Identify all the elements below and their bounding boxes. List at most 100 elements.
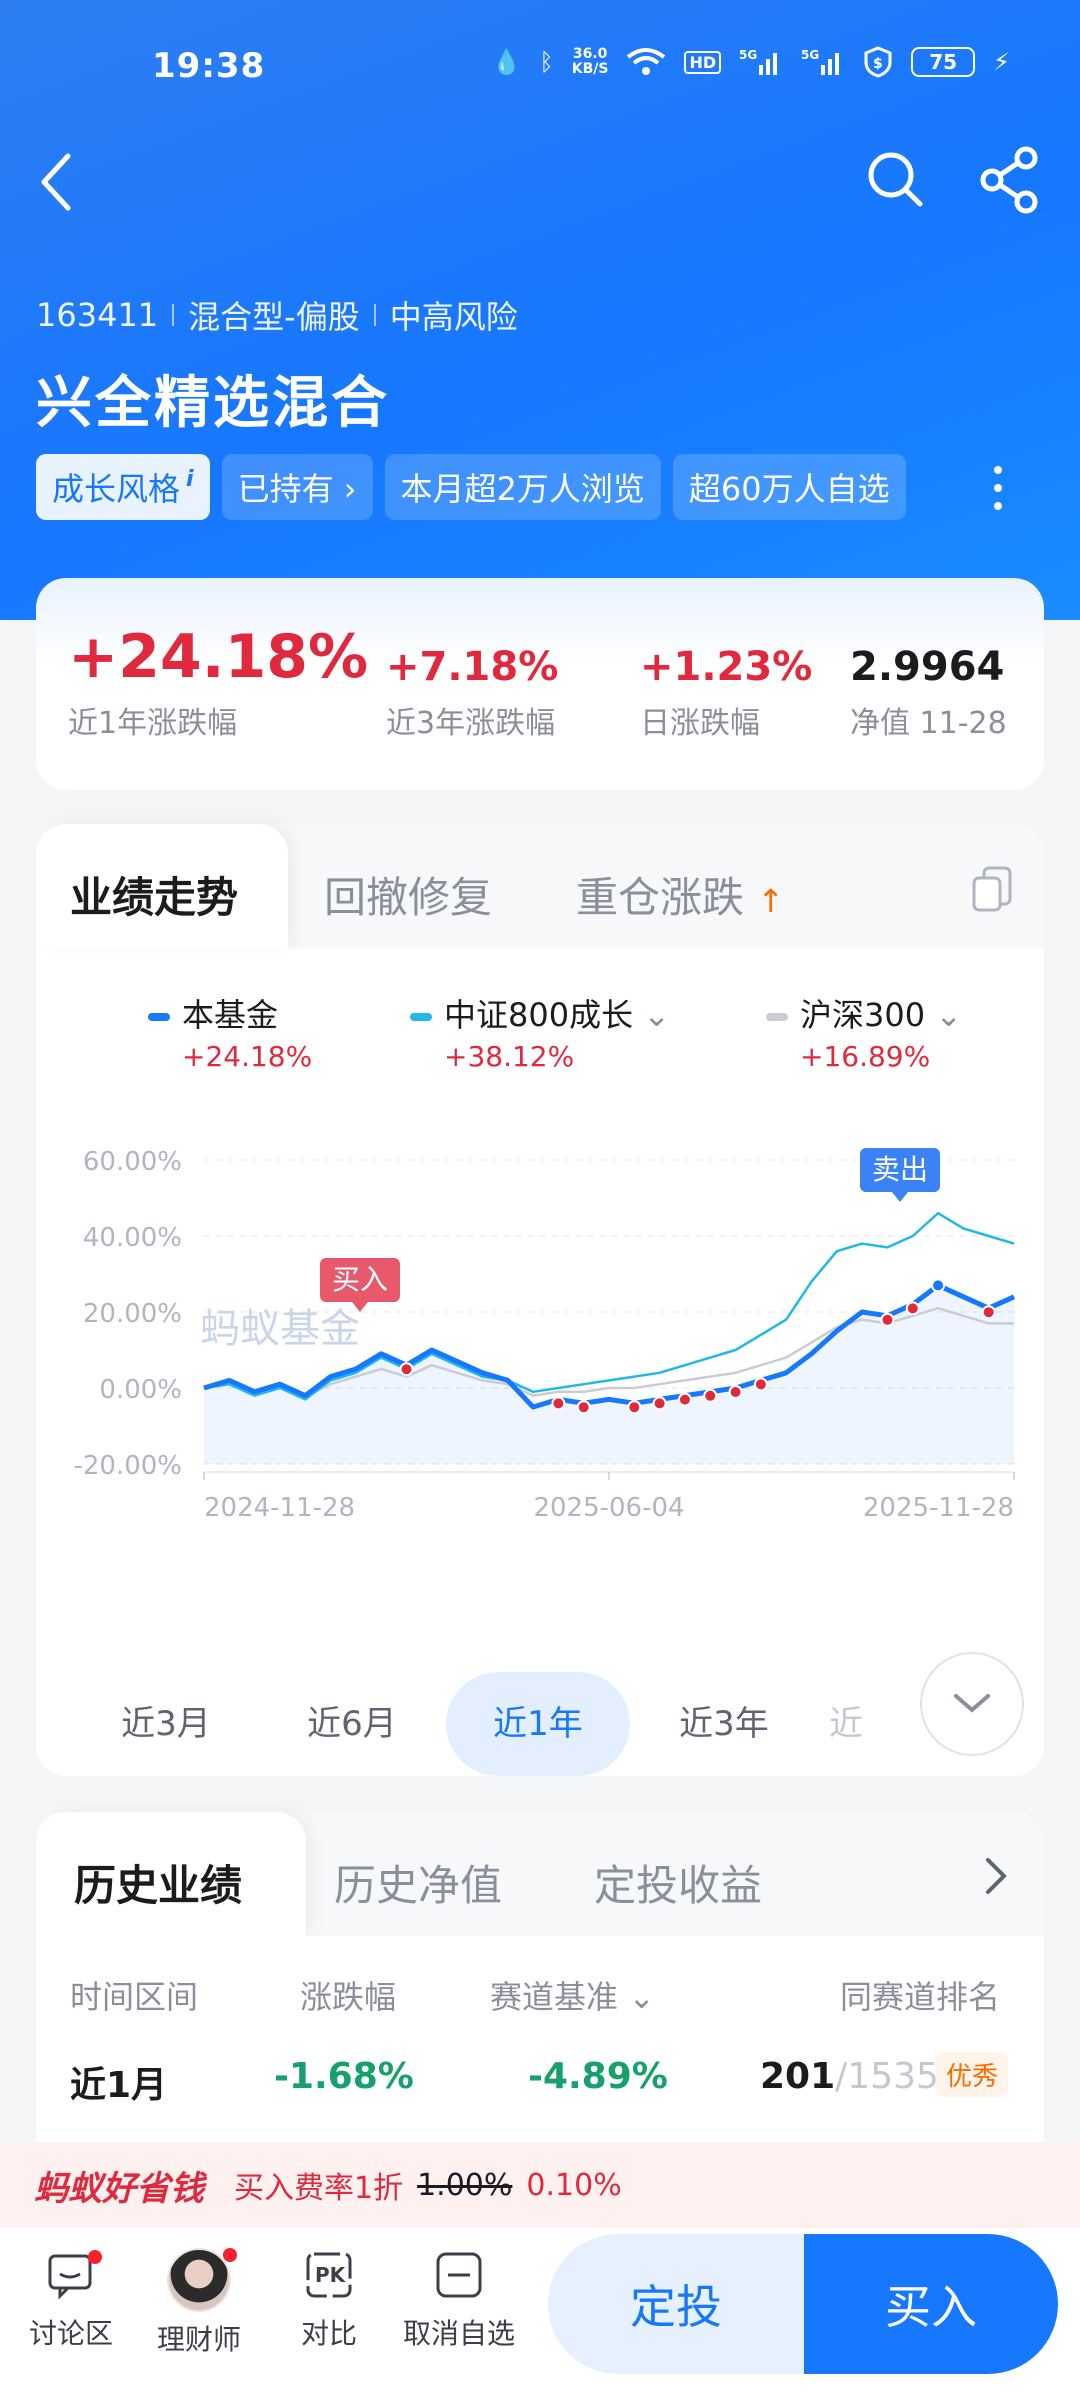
tab-drawdown[interactable]: 回撤修复: [324, 864, 492, 925]
stat-3y-value: +7.18%: [386, 644, 559, 690]
tag-watchlist[interactable]: 超60万人自选: [672, 454, 906, 520]
shield-dollar-icon: $: [864, 46, 892, 78]
period-3m[interactable]: 近3月: [74, 1672, 258, 1776]
footer-advisor[interactable]: 理财师: [134, 2248, 264, 2358]
x-tick-label: 2025-06-04: [533, 1493, 684, 1523]
stat-3y-label: 近3年涨跌幅: [386, 706, 556, 741]
promo-old-rate: 1.00%: [417, 2167, 513, 2203]
tag-growth-style[interactable]: 成长风格 i: [36, 454, 210, 520]
trade-dot: [399, 1362, 414, 1377]
performance-chart[interactable]: 60.00% 40.00% 20.00% 0.00% -20.00% 2024-11-2…: [36, 1124, 1044, 1644]
chevron-down-icon: ⌄: [935, 996, 963, 1034]
chat-icon: [44, 2248, 102, 2302]
performance-card: 业绩走势 回撤修复 重仓涨跌 ↑ 本基金 +24.18% 中证800成长 ⌄ +…: [36, 824, 1044, 1776]
divider: [373, 304, 376, 326]
period-3y[interactable]: 近3年: [632, 1672, 816, 1776]
bottom-action-bar: 讨论区 理财师 PK 对比 取消自选 定投 买入: [0, 2228, 1080, 2400]
legend-index[interactable]: 沪深300 ⌄: [766, 990, 962, 1036]
watermark-text: 蚂蚁基金: [200, 1306, 360, 1352]
trade-dot: [677, 1392, 692, 1407]
chevron-down-icon: [954, 1694, 990, 1713]
svg-text:PK: PK: [315, 2263, 347, 2287]
row-change: -1.68%: [274, 2056, 414, 2097]
row-rank: 201/1535: [760, 2056, 939, 2097]
pk-icon: PK: [302, 2248, 356, 2302]
tab-holdings[interactable]: 重仓涨跌 ↑: [576, 864, 784, 925]
stat-1y-value: +24.18%: [68, 622, 369, 692]
footer-compare[interactable]: PK 对比: [264, 2248, 394, 2352]
trade-dot: [728, 1385, 743, 1399]
info-icon: i: [186, 466, 194, 492]
period-1y[interactable]: 近1年: [446, 1672, 630, 1776]
charging-icon: ⚡: [993, 48, 1010, 76]
tab-sip-return[interactable]: 定投收益: [594, 1852, 762, 1913]
y-tick-label: 20.00%: [83, 1299, 182, 1329]
legend-swatch: [766, 1013, 788, 1021]
more-icon[interactable]: [992, 466, 1004, 510]
stats-card: +24.18% 近1年涨跌幅 +7.18% 近3年涨跌幅 +1.23% 日涨跌幅…: [36, 578, 1044, 790]
header-benchmark[interactable]: 赛道基准 ⌄: [490, 1972, 655, 2018]
chevron-right-icon[interactable]: [982, 1854, 1010, 1898]
legend-fund[interactable]: 本基金: [148, 990, 278, 1036]
footer-discussion[interactable]: 讨论区: [6, 2248, 136, 2352]
tag-views[interactable]: 本月超2万人浏览: [384, 454, 661, 520]
wifi-icon: [627, 48, 666, 75]
status-icons: 💧 ᛒ 36.0 KB/S HD 5G 5G $ 75 ⚡: [491, 46, 1010, 78]
svg-text:5G: 5G: [739, 48, 757, 62]
history-card: 历史业绩 历史净值 定投收益 时间区间 涨跌幅 赛道基准 ⌄ 同赛道排名 近1月…: [36, 1812, 1044, 2142]
buy-label: 买入: [332, 1263, 388, 1296]
row-period: 近1月: [70, 2065, 168, 2106]
svg-text:$: $: [873, 56, 883, 72]
svg-text:5G: 5G: [801, 48, 819, 62]
sell-marker: 卖出: [860, 1148, 940, 1202]
stat-daily-value: +1.23%: [640, 644, 813, 690]
stat-daily-label: 日涨跌幅: [640, 706, 760, 741]
y-tick-label: 60.00%: [83, 1147, 182, 1177]
status-time: 19:38: [152, 46, 266, 86]
buy-button[interactable]: 买入: [804, 2234, 1058, 2374]
x-tick-label: 2024-11-28: [204, 1493, 355, 1523]
footer-unwatch[interactable]: 取消自选: [394, 2248, 524, 2352]
legend-fund-pct: +24.18%: [182, 1040, 313, 1073]
tab-performance[interactable]: 业绩走势: [70, 864, 238, 925]
y-tick-label: -20.00%: [73, 1451, 182, 1481]
sell-label: 卖出: [872, 1153, 928, 1186]
legend-swatch: [410, 1013, 432, 1021]
search-icon[interactable]: [866, 150, 924, 208]
promo-banner[interactable]: 蚂蚁好省钱 买入费率1折 1.00% 0.10%: [0, 2142, 1080, 2228]
signal-5g-2-icon: 5G: [801, 48, 840, 75]
promo-new-rate: 0.10%: [526, 2167, 622, 2203]
hd-icon: HD: [684, 50, 722, 74]
header-rank: 同赛道排名: [840, 1978, 1001, 2016]
history-table: 时间区间 涨跌幅 赛道基准 ⌄ 同赛道排名 近1月 -1.68% -4.89% …: [36, 1936, 1044, 2142]
tag-holding[interactable]: 已持有 ›: [221, 454, 373, 520]
trade-dot: [981, 1305, 996, 1320]
status-bar: 19:38 💧 ᛒ 36.0 KB/S HD 5G 5G $ 75 ⚡: [0, 0, 1080, 140]
expand-periods-button[interactable]: [920, 1652, 1024, 1756]
sip-button[interactable]: 定投: [548, 2234, 804, 2374]
legend-index-pct: +16.89%: [800, 1040, 931, 1073]
header-change: 涨跌幅: [300, 1978, 397, 2016]
chevron-down-icon: ⌄: [643, 996, 671, 1034]
promo-text: 买入费率1折: [234, 2171, 404, 2206]
y-tick-label: 0.00%: [99, 1375, 182, 1405]
tab-history-nav[interactable]: 历史净值: [334, 1852, 502, 1913]
divider: [172, 304, 175, 326]
trade-dot: [652, 1396, 667, 1411]
y-tick-label: 40.00%: [83, 1223, 182, 1253]
trade-dot: [551, 1396, 566, 1411]
back-icon[interactable]: [38, 150, 78, 214]
trade-dot: [627, 1400, 642, 1415]
legend-swatch: [148, 1013, 170, 1021]
copy-icon[interactable]: [970, 864, 1016, 914]
x-axis-labels: 2024-11-28 2025-06-04 2025-11-28: [203, 1472, 1015, 1523]
promo-title: 蚂蚁好省钱: [34, 2168, 204, 2209]
trade-dot: [905, 1301, 920, 1316]
period-6m[interactable]: 近6月: [260, 1672, 444, 1776]
chevron-down-icon: ⌄: [618, 1978, 655, 2016]
period-more[interactable]: 近: [796, 1672, 896, 1776]
buy-marker: 买入: [320, 1258, 400, 1312]
legend-benchmark[interactable]: 中证800成长 ⌄: [410, 990, 670, 1036]
share-icon[interactable]: [978, 146, 1042, 214]
tab-history-performance[interactable]: 历史业绩: [74, 1852, 242, 1913]
